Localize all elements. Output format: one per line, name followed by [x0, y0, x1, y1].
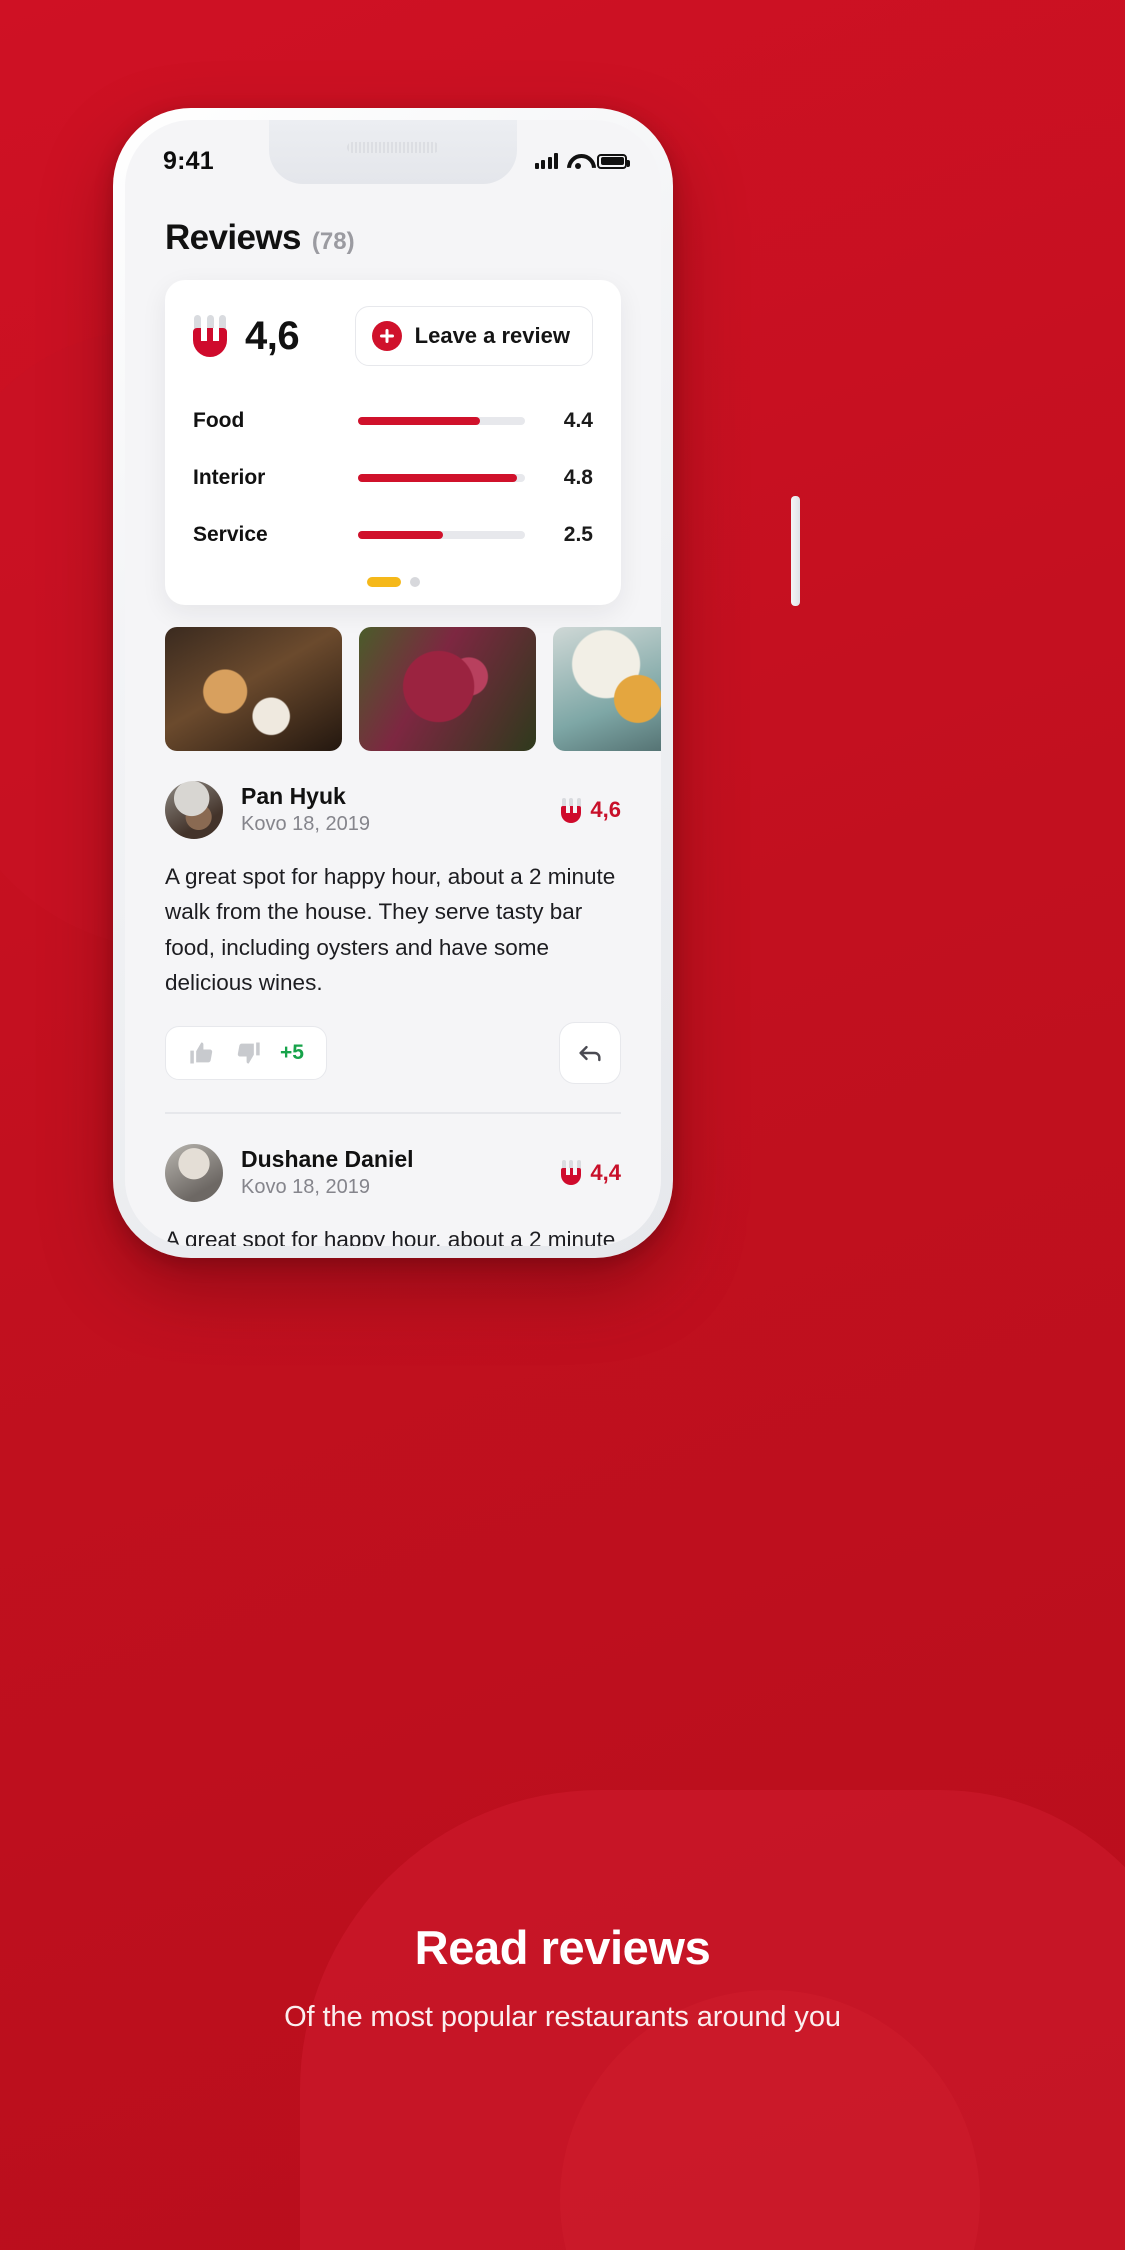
- thumbs-up-icon[interactable]: [188, 1039, 216, 1067]
- wifi-icon: [567, 153, 588, 169]
- app-screen: Reviews (78) 4,6 Leave a review Food 4.4…: [125, 184, 661, 1246]
- earpiece-speaker: [347, 142, 439, 153]
- review-score-value: 4,4: [590, 1159, 621, 1185]
- review-author-meta: Dushane Daniel Kovo 18, 2019: [241, 1145, 561, 1201]
- rating-bar-row: Food 4.4: [193, 392, 593, 449]
- overall-rating: 4,6: [193, 313, 300, 359]
- rating-breakdown: Food 4.4 Interior 4.8 Service 2.5: [193, 392, 593, 563]
- promo-caption: Read reviews Of the most popular restaur…: [0, 1920, 1125, 2034]
- review-header: Dushane Daniel Kovo 18, 2019 4,4: [165, 1143, 621, 1202]
- thumbs-down-icon[interactable]: [234, 1039, 262, 1067]
- phone-power-button[interactable]: [791, 496, 800, 606]
- battery-icon: [597, 153, 630, 169]
- review-header: Pan Hyuk Kovo 18, 2019 4,6: [165, 781, 621, 839]
- status-bar-icons: [534, 153, 630, 169]
- rating-bar-label: Food: [193, 408, 245, 432]
- rating-bar-fill: [358, 530, 444, 539]
- rating-bar-label: Interior: [193, 465, 266, 489]
- fork-logo-icon: [193, 315, 227, 357]
- vote-group[interactable]: +5: [165, 1026, 327, 1081]
- cellular-signal-icon: [534, 153, 558, 169]
- fork-logo-icon: [561, 797, 582, 823]
- rating-bar-value: 4.8: [563, 465, 593, 489]
- leave-review-label: Leave a review: [414, 323, 570, 348]
- status-bar-time: 9:41: [163, 146, 214, 175]
- reply-arrow-icon: [579, 1046, 601, 1062]
- review-score: 4,4: [561, 1160, 621, 1186]
- overall-score-value: 4,6: [245, 313, 300, 358]
- rating-summary-card: 4,6 Leave a review Food 4.4 Interior 4.8…: [165, 280, 621, 605]
- rating-bar-label: Service: [193, 522, 268, 546]
- rating-card-header: 4,6 Leave a review: [193, 306, 593, 366]
- reply-button[interactable]: [559, 1022, 621, 1085]
- review-author-name: Pan Hyuk: [241, 782, 346, 809]
- review-date: Kovo 18, 2019: [241, 1175, 370, 1198]
- rating-bar-track: [358, 530, 525, 539]
- rating-bar-value: 4.4: [563, 408, 593, 432]
- phone-screen: 9:41 Reviews (78) 4,6 Leave a review Foo…: [125, 120, 661, 1246]
- rating-bar-track: [358, 416, 525, 425]
- review-item: Dushane Daniel Kovo 18, 2019 4,4 A great…: [125, 1114, 661, 1246]
- review-author-meta: Pan Hyuk Kovo 18, 2019: [241, 782, 561, 838]
- avatar[interactable]: [165, 1143, 223, 1202]
- review-date: Kovo 18, 2019: [241, 813, 370, 836]
- phone-mockup: 9:41 Reviews (78) 4,6 Leave a review Foo…: [113, 108, 800, 1258]
- rating-bar-row: Interior 4.8: [193, 449, 593, 506]
- review-text: A great spot for happy hour, about a 2 m…: [165, 1226, 616, 1246]
- avatar[interactable]: [165, 781, 223, 839]
- caption-subtitle: Of the most popular restaurants around y…: [284, 2001, 841, 2033]
- fork-logo-icon: [561, 1160, 582, 1186]
- review-actions: +5: [165, 1022, 621, 1085]
- rating-bar-value: 2.5: [563, 522, 593, 546]
- review-author-name: Dushane Daniel: [241, 1145, 414, 1172]
- rating-bar-track: [358, 473, 525, 482]
- rating-bar-fill: [358, 473, 517, 482]
- plus-circle-icon: [371, 321, 402, 351]
- review-score: 4,6: [561, 797, 621, 823]
- review-count: (78): [311, 228, 355, 255]
- vote-count: +5: [280, 1041, 304, 1065]
- photo-gallery-strip[interactable]: [125, 605, 661, 751]
- rating-bar-row: Service 2.5: [193, 506, 593, 563]
- card-pagination[interactable]: [193, 563, 593, 593]
- photo-burger-plate[interactable]: [553, 627, 661, 751]
- leave-review-button[interactable]: Leave a review: [354, 306, 593, 366]
- review-score-value: 4,6: [590, 797, 621, 822]
- page-title-text: Reviews: [165, 218, 301, 257]
- page-title: Reviews (78): [125, 184, 661, 280]
- pagination-dot[interactable]: [409, 577, 420, 587]
- photo-burger-hand[interactable]: [165, 627, 342, 751]
- caption-title: Read reviews: [414, 1921, 711, 1974]
- photo-raw-steak[interactable]: [359, 627, 536, 751]
- review-item: Pan Hyuk Kovo 18, 2019 4,6 A great spot …: [125, 751, 661, 1085]
- pagination-dot-active[interactable]: [366, 577, 401, 587]
- review-text: A great spot for happy hour, about a 2 m…: [165, 864, 616, 995]
- rating-bar-fill: [358, 416, 480, 425]
